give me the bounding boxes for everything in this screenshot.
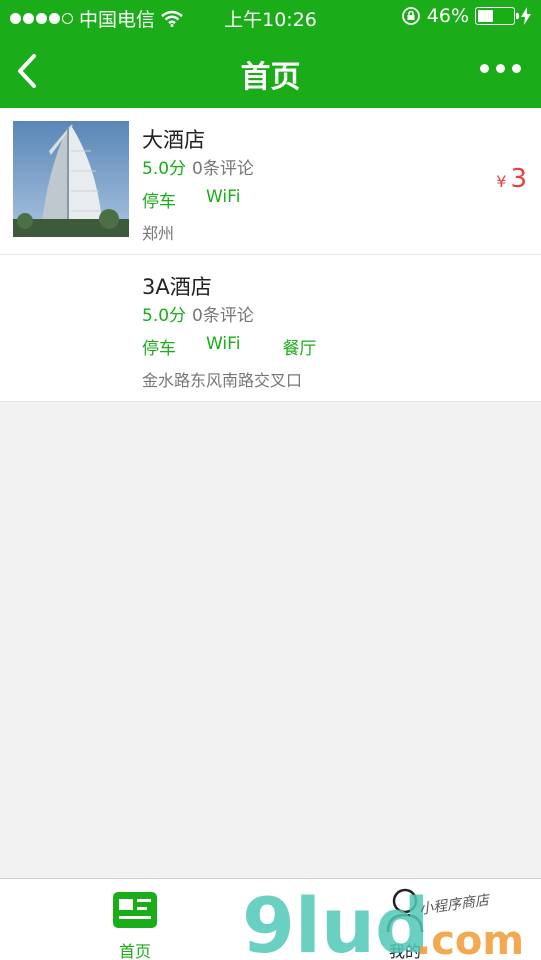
bottom-tab-bar: 首页 我的 bbox=[0, 878, 541, 960]
hotel-review-count: 0条评论 bbox=[192, 306, 254, 326]
price-amount: 3 bbox=[510, 164, 527, 194]
home-newspaper-icon bbox=[113, 892, 157, 928]
amenity-tag: 停车 bbox=[142, 339, 176, 359]
tab-home[interactable]: 首页 bbox=[75, 879, 195, 960]
hotel-name: 大酒店 bbox=[142, 128, 205, 152]
hotel-list: 大酒店 5.0分 0条评论 停车 WiFi 郑州 ¥3 3A酒店 5.0分 0条评论… bbox=[0, 108, 541, 402]
battery-percent: 46% bbox=[426, 5, 469, 27]
hotel-address: 金水路东风南路交叉口 bbox=[142, 371, 303, 390]
battery-icon bbox=[475, 7, 519, 25]
person-icon bbox=[386, 888, 424, 933]
hotel-review-count: 0条评论 bbox=[192, 159, 254, 179]
page-title: 首页 bbox=[240, 60, 301, 95]
hotel-rating: 5.0分 0条评论 bbox=[142, 154, 254, 179]
tab-home-label: 首页 bbox=[118, 942, 151, 960]
amenity-tag: 餐厅 bbox=[282, 339, 317, 359]
charging-icon bbox=[521, 7, 531, 25]
rotation-lock-icon bbox=[401, 7, 420, 25]
hotel-score: 5.0分 bbox=[142, 306, 187, 326]
more-dots-icon[interactable] bbox=[480, 64, 521, 73]
hotel-address: 郑州 bbox=[142, 224, 175, 243]
status-right: 46% bbox=[401, 5, 531, 27]
status-bar: 中国电信 上午10:26 46% bbox=[0, 0, 541, 34]
hotel-score: 5.0分 bbox=[142, 159, 187, 179]
hotel-amenity-tags: 停车 WiFi 餐厅 bbox=[142, 334, 346, 359]
tab-mine[interactable]: 我的 bbox=[345, 879, 465, 960]
amenity-tag: WiFi bbox=[206, 334, 241, 354]
hotel-list-item[interactable]: 3A酒店 5.0分 0条评论 停车 WiFi 餐厅 金水路东风南路交叉口 bbox=[0, 255, 541, 402]
hotel-name: 3A酒店 bbox=[142, 275, 212, 299]
tab-mine-label: 我的 bbox=[388, 942, 421, 960]
hotel-price: ¥3 bbox=[496, 164, 527, 194]
hotel-amenity-tags: 停车 WiFi bbox=[142, 187, 270, 212]
navigation-bar: 首页 bbox=[0, 34, 541, 108]
amenity-tag: WiFi bbox=[206, 187, 241, 207]
hotel-rating: 5.0分 0条评论 bbox=[142, 301, 254, 326]
amenity-tag: 停车 bbox=[142, 192, 176, 212]
currency-symbol: ¥ bbox=[496, 172, 507, 191]
hotel-list-item[interactable]: 大酒店 5.0分 0条评论 停车 WiFi 郑州 ¥3 bbox=[0, 108, 541, 255]
hotel-thumbnail bbox=[13, 121, 129, 237]
